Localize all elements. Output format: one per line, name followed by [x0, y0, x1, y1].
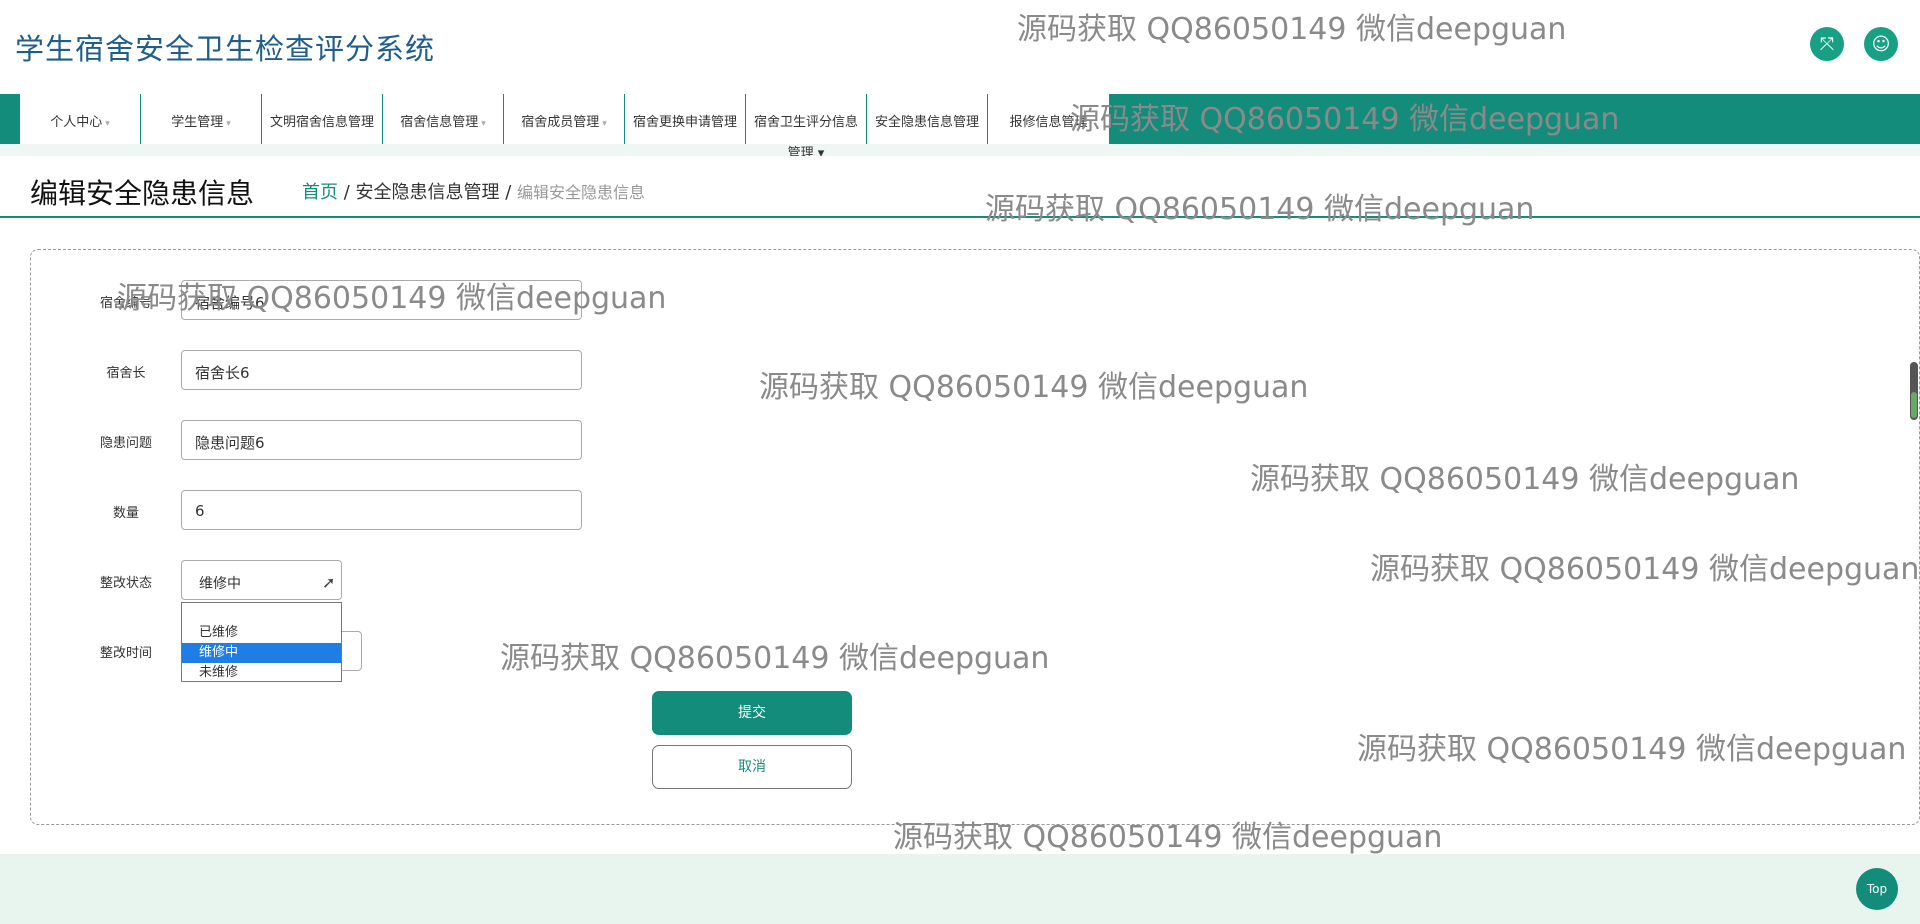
breadcrumb-parent[interactable]: 安全隐患信息管理 — [356, 182, 500, 203]
mouse-cursor-icon: ➚ — [322, 573, 336, 592]
nav-item-dorm-members[interactable]: 宿舍成员管理 ▾ — [504, 94, 625, 144]
nav-items: 个人中心▾ 学生管理▾ 文明宿舍信息管理 ▾ 宿舍信息管理▾ 宿舍成员管理▾ 宿… — [20, 94, 1109, 172]
nav-gap — [0, 144, 1920, 156]
nav-item-label: 安全隐患信息管理 — [874, 115, 979, 130]
breadcrumb-home[interactable]: 首页 — [302, 182, 338, 203]
fix-time-label: 整改时间 — [99, 646, 152, 661]
page-title: 编辑安全隐患信息 — [30, 177, 255, 210]
status-option-selected[interactable]: 维修中 — [182, 643, 341, 663]
nav-item-label: 宿舍更换申请管理 — [632, 115, 737, 130]
status-option[interactable]: 已维修 — [182, 623, 341, 643]
nav-item-dorm-change[interactable]: 宿舍更换申请管理 ▾ — [625, 94, 746, 172]
chevron-down-icon: ▾ — [226, 119, 231, 129]
nav-item-personal-center[interactable]: 个人中心 ▾ — [20, 94, 141, 144]
issue-field[interactable]: 隐患问题6 — [181, 420, 582, 460]
nav-item-label: 宿舍成员管理 — [521, 115, 600, 130]
nav-item-label: 学生管理 — [171, 115, 224, 130]
nav-item-label: 个人中心 — [50, 115, 103, 130]
nav-item-label: 宿舍卫生评分信息 — [753, 115, 858, 130]
submit-button[interactable]: 提交 — [652, 691, 852, 735]
status-dropdown: 已维修 维修中 未维修 — [181, 602, 342, 682]
fullscreen-icon[interactable]: ⤧ — [1810, 27, 1844, 61]
form-panel: 宿舍编号 宿舍编号6 宿舍长 宿舍长6 隐患问题 隐患问题6 数量 6 整改状态… — [30, 249, 1920, 825]
issue-label: 隐患问题 — [99, 436, 152, 451]
app-title: 学生宿舍安全卫生检查评分系统 — [15, 32, 436, 66]
leader-field[interactable]: 宿舍长6 — [181, 350, 582, 390]
chevron-down-icon: ▾ — [602, 119, 607, 129]
dorm-no-label: 宿舍编号 — [99, 296, 152, 311]
nav-item-label: 文明宿舍信息管理 — [269, 115, 374, 130]
nav-item-students[interactable]: 学生管理 ▾ — [141, 94, 262, 144]
cancel-button[interactable]: 取消 — [652, 745, 852, 789]
status-select-value: 维修中 — [199, 576, 241, 592]
chevron-down-icon: ▾ — [481, 119, 486, 129]
nav-item-hygiene-score[interactable]: 宿舍卫生评分信息 管理 ▾ — [746, 94, 867, 161]
header: 学生宿舍安全卫生检查评分系统 ⤧ ☺ — [0, 0, 1920, 94]
status-label: 整改状态 — [99, 576, 152, 591]
quantity-field[interactable]: 6 — [181, 490, 582, 530]
back-to-top-button[interactable]: Top — [1856, 868, 1898, 910]
footer — [0, 854, 1920, 924]
quantity-label: 数量 — [112, 506, 139, 521]
nav-item-repair[interactable]: 报修信息管理 — [988, 94, 1109, 144]
user-icon[interactable]: ☺ — [1864, 27, 1898, 61]
nav-item-dorm-info[interactable]: 宿舍信息管理 ▾ — [383, 94, 504, 144]
nav-item-civilized-dorm[interactable]: 文明宿舍信息管理 ▾ — [262, 94, 383, 172]
nav-item-label: 宿舍信息管理 — [400, 115, 479, 130]
breadcrumb-sep: / — [338, 182, 356, 203]
scrollbar-thumb[interactable] — [1910, 362, 1918, 420]
leader-label: 宿舍长 — [106, 366, 146, 381]
breadcrumb: 首页 / 安全隐患信息管理 / 编辑安全隐患信息 — [302, 178, 645, 204]
dorm-no-field[interactable]: 宿舍编号6 — [181, 280, 582, 320]
breadcrumb-sep: / — [499, 182, 518, 203]
nav-item-safety-hazard[interactable]: 安全隐患信息管理 ▾ — [867, 94, 988, 172]
chevron-down-icon: ▾ — [105, 119, 110, 129]
nav-item-label: 报修信息管理 — [1009, 115, 1088, 130]
status-option[interactable] — [182, 603, 341, 623]
breadcrumb-current: 编辑安全隐患信息 — [517, 183, 646, 202]
status-select[interactable]: 维修中 ➚ — [181, 560, 342, 600]
page-title-row: 编辑安全隐患信息 首页 / 安全隐患信息管理 / 编辑安全隐患信息 — [0, 156, 1920, 218]
status-option[interactable]: 未维修 — [182, 663, 341, 683]
